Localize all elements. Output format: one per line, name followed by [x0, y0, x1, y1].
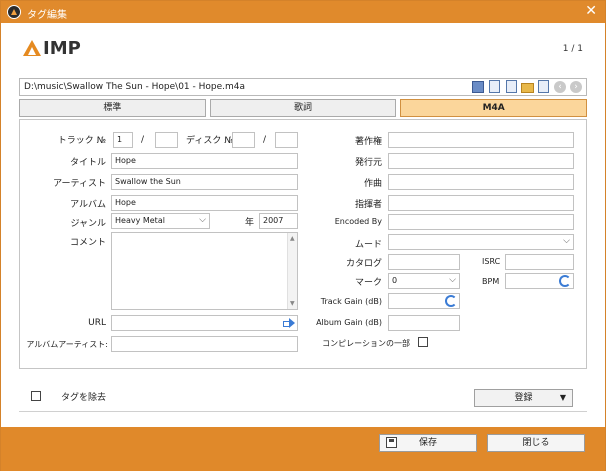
copyright-label: 著作権 — [354, 137, 382, 147]
tab-bar: 標準 歌詞 M4A — [19, 99, 588, 117]
tab-lyrics[interactable]: 歌詞 — [209, 99, 397, 117]
title-bar: タグ編集 ✕ — [1, 1, 605, 23]
chevron-down-icon: ⌵ — [563, 236, 570, 246]
next-icon[interactable]: › — [570, 81, 582, 93]
composer-field[interactable] — [388, 174, 574, 190]
refresh-icon[interactable] — [559, 275, 571, 287]
remove-tags-checkbox[interactable] — [31, 391, 41, 401]
url-label: URL — [88, 318, 106, 328]
track-gain-field[interactable] — [388, 293, 460, 309]
logo-triangle-icon — [23, 40, 41, 56]
publisher-label: 発行元 — [354, 158, 382, 168]
composer-label: 作曲 — [363, 179, 382, 189]
album-gain-field[interactable] — [388, 315, 460, 331]
copy-icon[interactable] — [489, 80, 500, 93]
album-label: アルバム — [70, 200, 106, 210]
mood-select[interactable]: ⌵ — [388, 234, 574, 250]
isrc-field[interactable] — [505, 254, 574, 270]
title-label: タイトル — [69, 158, 106, 168]
comment-label: コメント — [69, 238, 106, 248]
bpm-label: BPM — [482, 277, 500, 286]
track-number-field[interactable]: 1 — [113, 132, 133, 148]
folder-icon[interactable] — [521, 83, 534, 93]
tab-standard[interactable]: 標準 — [19, 99, 206, 117]
refresh-icon[interactable] — [445, 295, 457, 307]
logo-text: IMP — [43, 37, 81, 59]
disc-total-field[interactable] — [275, 132, 298, 148]
register-label: 登録 — [514, 393, 533, 403]
chevron-down-icon: ⌵ — [199, 215, 206, 225]
footer-bar: 保存 閉じる — [1, 427, 605, 471]
tag-editor-window: タグ編集 ✕ IMP 1 / 1 D:\music\Swallow The Su… — [0, 0, 606, 471]
album-gain-label: Album Gain (dB) — [316, 318, 382, 327]
paste-icon[interactable] — [506, 80, 517, 93]
isrc-label: ISRC — [482, 257, 501, 266]
file-path-bar: D:\music\Swallow The Sun - Hope\01 - Hop… — [19, 78, 587, 96]
close-label: 閉じる — [522, 438, 550, 448]
prev-icon[interactable]: ‹ — [554, 81, 566, 93]
compilation-checkbox[interactable] — [418, 337, 428, 347]
year-label: 年 — [245, 218, 255, 228]
track-total-field[interactable] — [155, 132, 178, 148]
disc-slash: / — [263, 135, 267, 145]
artist-label: アーティスト — [53, 179, 106, 189]
dropdown-arrow-icon: ▼ — [559, 393, 566, 402]
header: IMP 1 / 1 — [1, 23, 605, 73]
copyright-field[interactable] — [388, 132, 574, 148]
aimp-logo: IMP — [23, 37, 81, 59]
path-toolbar: ‹ › — [471, 80, 583, 94]
artist-field[interactable]: Swallow the Sun — [111, 174, 298, 190]
mark-label: マーク — [354, 278, 382, 288]
chevron-down-icon: ⌵ — [449, 275, 456, 285]
url-field[interactable] — [111, 315, 298, 331]
conductor-field[interactable] — [388, 195, 574, 211]
compilation-label: コンピレーションの一部 — [322, 339, 410, 348]
aimp-app-icon — [7, 5, 21, 19]
comment-memo[interactable]: ▲ ▼ — [111, 232, 298, 310]
file-path: D:\music\Swallow The Sun - Hope\01 - Hop… — [24, 82, 246, 92]
track-slash: / — [141, 135, 145, 145]
open-url-arrow-icon[interactable] — [283, 318, 295, 328]
title-field[interactable]: Hope — [111, 153, 298, 169]
track-gain-label: Track Gain (dB) — [320, 297, 382, 306]
scroll-down-icon[interactable]: ▼ — [290, 300, 295, 307]
tag-icon[interactable] — [472, 81, 484, 93]
disc-label: ディスク № — [186, 136, 234, 146]
disc-number-field[interactable] — [232, 132, 255, 148]
conductor-label: 指揮者 — [354, 200, 382, 210]
genre-value: Heavy Metal — [115, 216, 165, 225]
album-artist-field[interactable] — [111, 336, 298, 352]
mark-value: 0 — [392, 276, 398, 285]
track-label: トラック № — [57, 136, 106, 146]
close-icon[interactable]: ✕ — [585, 3, 597, 19]
catalog-field[interactable] — [388, 254, 460, 270]
mood-label: ムード — [354, 240, 382, 250]
floppy-disk-icon — [386, 437, 397, 448]
scroll-up-icon[interactable]: ▲ — [290, 235, 295, 242]
genre-label: ジャンル — [70, 219, 106, 229]
save-label: 保存 — [418, 438, 437, 448]
separator — [19, 411, 587, 412]
encoded-by-field[interactable] — [388, 214, 574, 230]
page-count: 1 / 1 — [562, 44, 583, 54]
genre-select[interactable]: Heavy Metal ⌵ — [111, 213, 210, 229]
window-title: タグ編集 — [27, 10, 67, 21]
encoded-by-label: Encoded By — [334, 217, 382, 226]
publisher-field[interactable] — [388, 153, 574, 169]
bpm-field[interactable] — [505, 273, 574, 289]
save-icon[interactable] — [538, 80, 549, 93]
album-field[interactable]: Hope — [111, 195, 298, 211]
year-field[interactable]: 2007 — [259, 213, 298, 229]
catalog-label: カタログ — [345, 259, 382, 269]
close-button[interactable]: 閉じる — [487, 434, 585, 452]
register-button[interactable]: 登録 ▼ — [474, 389, 573, 407]
tab-m4a[interactable]: M4A — [400, 99, 588, 117]
comment-scrollbar[interactable]: ▲ ▼ — [287, 233, 297, 309]
remove-tags-label: タグを除去 — [61, 393, 107, 403]
tag-fields-panel: トラック № 1 / ディスク № / タイトル Hope アーティスト Swa… — [19, 119, 587, 369]
save-button[interactable]: 保存 — [379, 434, 477, 452]
mark-select[interactable]: 0 ⌵ — [388, 273, 460, 289]
album-artist-label: アルバムアーティスト: — [26, 340, 108, 349]
